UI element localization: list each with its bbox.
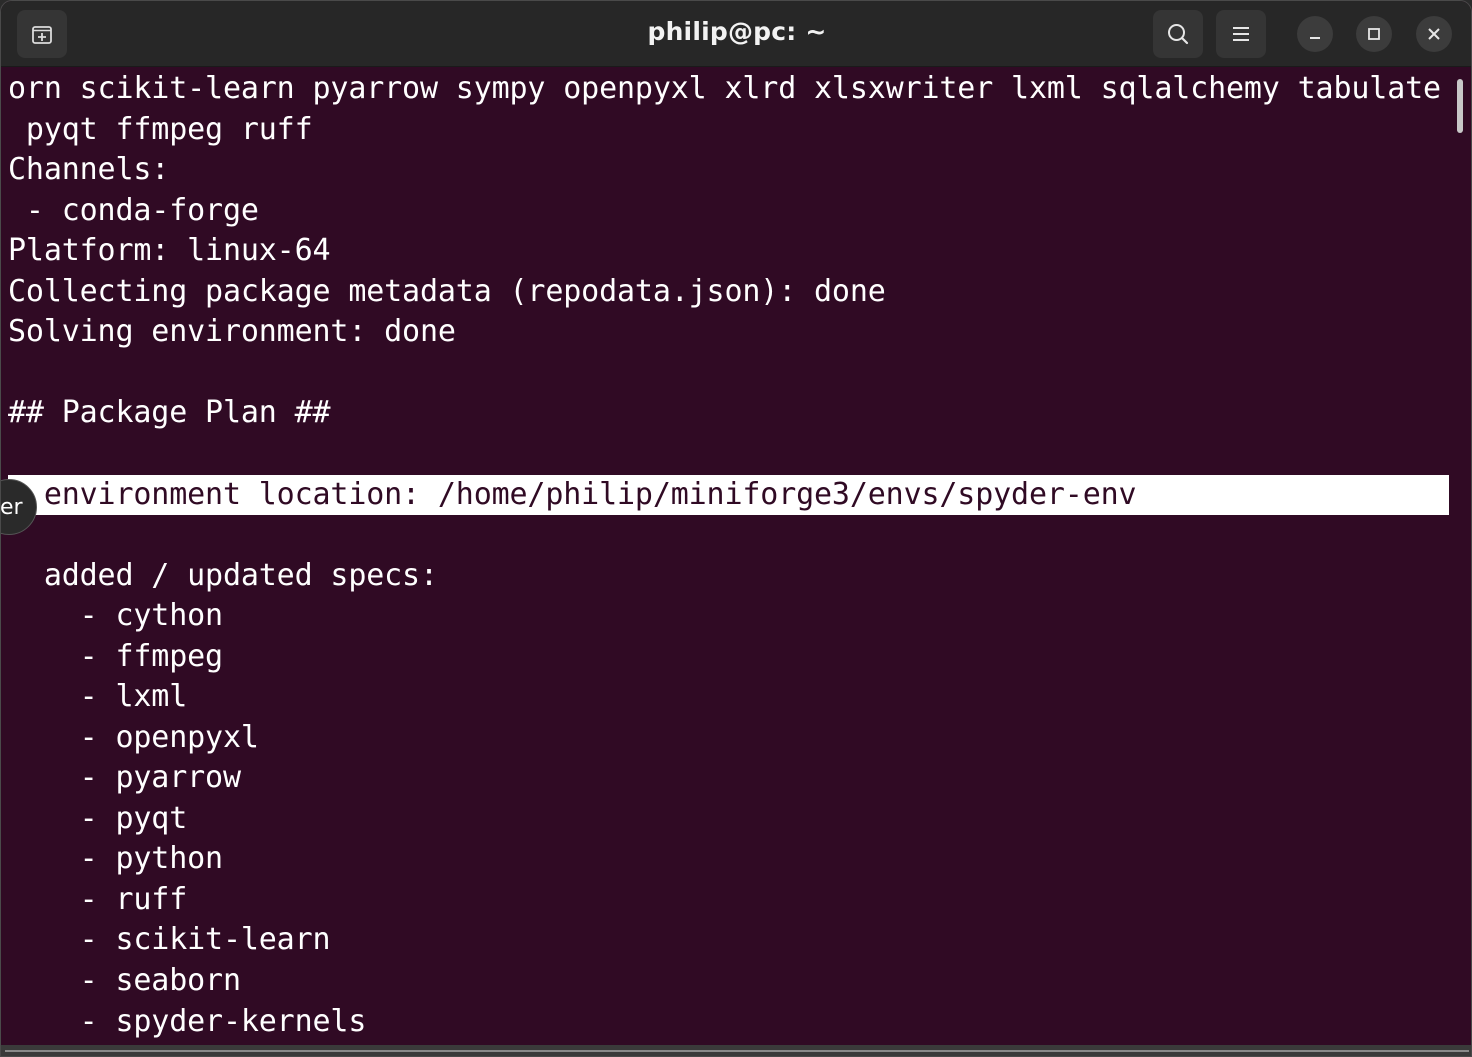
minimize-icon	[1310, 37, 1320, 39]
terminal-line: - openpyxl	[8, 720, 259, 755]
terminal-line: - ruff	[8, 882, 188, 917]
terminal-output[interactable]: orn scikit-learn pyarrow sympy openpyxl …	[1, 67, 1471, 1047]
hamburger-menu-icon	[1233, 27, 1249, 41]
search-icon	[1168, 24, 1189, 45]
terminal-line: Collecting package metadata (repodata.js…	[8, 274, 886, 309]
menu-button[interactable]	[1216, 10, 1266, 58]
terminal-line: - cython	[8, 598, 223, 633]
title-bar[interactable]: philip@pc: ~	[1, 1, 1471, 67]
terminal-line: Solving environment: done	[8, 314, 456, 349]
window-bottom-border	[5, 1050, 1469, 1052]
terminal-window: philip@pc: ~ orn scikit-learn pyarrow sy…	[0, 0, 1472, 1057]
terminal-line: pyqt ffmpeg ruff	[8, 112, 313, 147]
terminal-line: - scikit-learn	[8, 922, 331, 957]
close-button[interactable]	[1416, 16, 1452, 52]
terminal-line: added / updated specs:	[8, 558, 438, 593]
window-bottom-edge	[1, 1045, 1471, 1056]
scrollbar-thumb[interactable]	[1457, 79, 1463, 133]
terminal-line: Platform: linux-64	[8, 233, 331, 268]
terminal-line: ## Package Plan ##	[8, 395, 331, 430]
terminal-line-highlighted: environment location: /home/philip/minif…	[8, 477, 1137, 512]
minimize-button[interactable]	[1297, 16, 1333, 52]
terminal-line: - conda-forge	[8, 193, 259, 228]
maximize-icon	[1368, 28, 1380, 40]
terminal-line: orn scikit-learn pyarrow sympy openpyxl …	[8, 71, 1441, 106]
terminal-line: Channels:	[8, 152, 170, 187]
terminal-line: - seaborn	[8, 963, 241, 998]
terminal-line: - lxml	[8, 679, 188, 714]
terminal-line: - pyarrow	[8, 760, 241, 795]
maximize-button[interactable]	[1356, 16, 1392, 52]
close-icon	[1428, 28, 1440, 40]
terminal-line: - ffmpeg	[8, 639, 223, 674]
terminal-line: - pyqt	[8, 801, 188, 836]
terminal-line: - spyder-kernels	[8, 1004, 367, 1039]
search-button[interactable]	[1153, 10, 1203, 58]
terminal-line: - python	[8, 841, 223, 876]
